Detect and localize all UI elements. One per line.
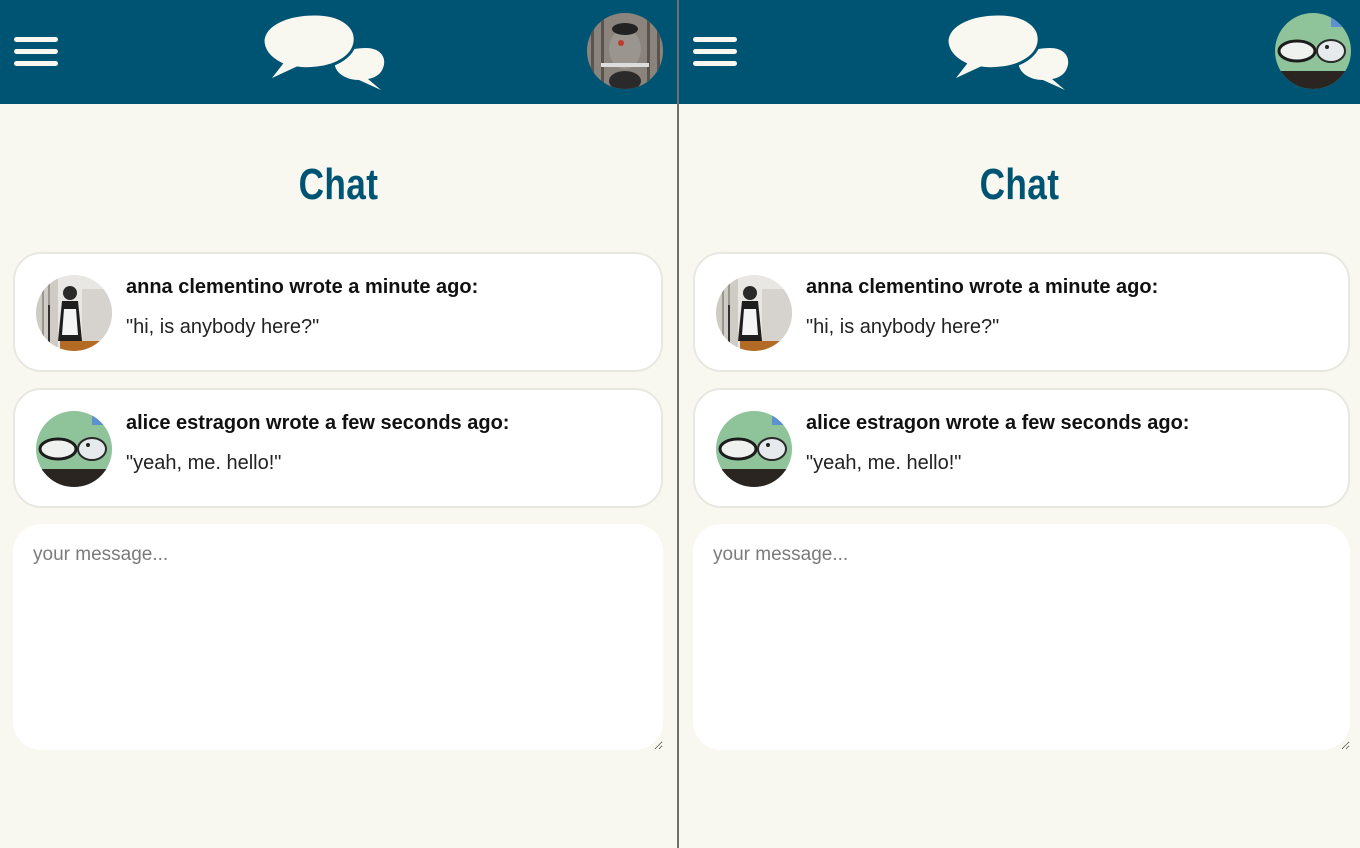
app-header: [679, 0, 1360, 104]
chat-bubbles-icon: [947, 12, 1069, 92]
user-avatar-graffiti[interactable]: [1275, 13, 1351, 89]
hamburger-menu-icon[interactable]: [14, 35, 60, 69]
app-header: [0, 0, 677, 104]
message-input[interactable]: [13, 524, 663, 750]
chat-bubbles-icon: [263, 12, 385, 92]
sender-avatar-graffiti: [36, 411, 112, 487]
message-text: "yeah, me. hello!": [126, 452, 282, 474]
message-text: "yeah, me. hello!": [806, 452, 962, 474]
chat-window-left: Chat anna clementino wrote a minute ago:: [0, 0, 677, 848]
hamburger-menu-icon[interactable]: [693, 35, 739, 69]
sender-avatar-maid: [716, 275, 792, 351]
message-meta: alice estragon wrote a few seconds ago:: [806, 412, 1190, 434]
message-meta: alice estragon wrote a few seconds ago:: [126, 412, 510, 434]
user-avatar-rat[interactable]: [587, 13, 663, 89]
message-input[interactable]: [693, 524, 1350, 750]
page-title: Chat: [298, 160, 379, 209]
sender-avatar-maid: [36, 275, 112, 351]
chat-message: anna clementino wrote a minute ago: "hi,…: [693, 252, 1350, 372]
message-meta: anna clementino wrote a minute ago:: [126, 276, 479, 298]
chat-message: alice estragon wrote a few seconds ago: …: [693, 388, 1350, 508]
message-text: "hi, is anybody here?": [806, 316, 1000, 338]
chat-window-right: Chat anna clementino wrote a minute ago:: [679, 0, 1360, 848]
chat-message: alice estragon wrote a few seconds ago: …: [13, 388, 663, 508]
chat-message: anna clementino wrote a minute ago: "hi,…: [13, 252, 663, 372]
sender-avatar-graffiti: [716, 411, 792, 487]
message-text: "hi, is anybody here?": [126, 316, 320, 338]
page-title: Chat: [979, 160, 1060, 209]
split-view: Chat anna clementino wrote a minute ago:: [0, 0, 1360, 848]
message-meta: anna clementino wrote a minute ago:: [806, 276, 1159, 298]
